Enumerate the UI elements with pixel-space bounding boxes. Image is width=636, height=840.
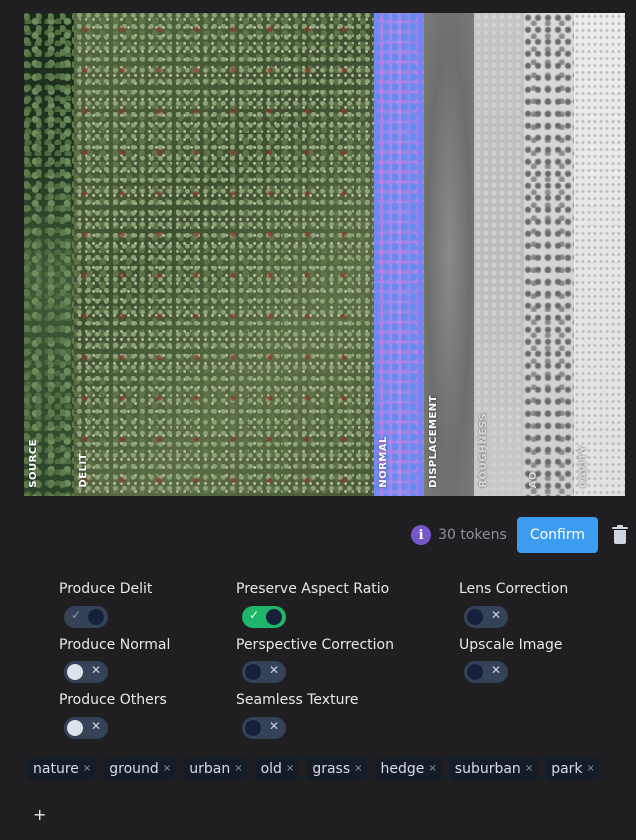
strip-ao: AO — [524, 13, 574, 496]
toggle-preserve-aspect-ratio[interactable]: ✓ — [242, 606, 286, 628]
add-tag-button[interactable]: + — [33, 805, 46, 824]
toggle-seamless-texture[interactable]: ✕ — [242, 717, 286, 739]
strip-label-cavity: CAVITY — [578, 445, 589, 488]
remove-tag-icon[interactable]: × — [354, 763, 362, 774]
toggle-perspective-correction[interactable]: ✕ — [242, 661, 286, 683]
tag-chip: grass × — [307, 757, 367, 780]
option-label-produce-delit: Produce Delit — [59, 581, 153, 597]
strip-displacement: DISPLACEMENT — [424, 13, 474, 496]
tag-list: nature × ground × urban × old × grass × hedge… — [28, 757, 599, 780]
remove-tag-icon[interactable]: × — [428, 763, 436, 774]
strip-roughness: ROUGHNESS — [474, 13, 524, 496]
option-label-lens-correction: Lens Correction — [459, 581, 569, 597]
tag-chip: park × — [546, 757, 599, 780]
tag-label: urban — [189, 760, 231, 777]
strip-label-roughness: ROUGHNESS — [478, 413, 489, 488]
strip-label-source: SOURCE — [28, 439, 39, 488]
info-icon[interactable]: i — [411, 525, 432, 545]
cross-icon: ✕ — [268, 719, 279, 733]
remove-tag-icon[interactable]: × — [525, 763, 533, 774]
strip-label-ao: AO — [528, 470, 539, 488]
remove-tag-icon[interactable]: × — [83, 763, 91, 774]
cross-icon: ✕ — [490, 663, 501, 677]
tag-label: hedge — [380, 760, 425, 777]
cross-icon: ✕ — [90, 663, 101, 677]
option-label-preserve-aspect-ratio: Preserve Aspect Ratio — [236, 581, 390, 597]
strip-source: SOURCE — [24, 13, 74, 496]
remove-tag-icon[interactable]: × — [163, 763, 171, 774]
trash-icon[interactable] — [612, 525, 628, 545]
tag-label: ground — [109, 760, 159, 777]
strip-delit: DELIT — [74, 13, 374, 496]
check-icon: ✓ — [249, 608, 260, 622]
strip-label-displacement: DISPLACEMENT — [428, 395, 439, 488]
confirm-button[interactable]: Confirm — [516, 517, 598, 553]
toggle-produce-delit[interactable]: ✓ — [64, 606, 108, 628]
tag-label: nature — [33, 760, 79, 777]
tag-chip: urban × — [184, 757, 247, 780]
token-count: 30 tokens — [438, 527, 507, 543]
toggle-produce-others[interactable]: ✕ — [64, 717, 108, 739]
check-icon: ✓ — [71, 608, 82, 622]
tag-chip: old × — [255, 757, 299, 780]
strip-label-normal: NORMAL — [378, 436, 389, 488]
strip-cavity: CAVITY — [574, 13, 625, 496]
cross-icon: ✕ — [90, 719, 101, 733]
tag-chip: nature × — [28, 757, 96, 780]
remove-tag-icon[interactable]: × — [234, 763, 242, 774]
option-label-seamless-texture: Seamless Texture — [236, 692, 359, 708]
toggle-produce-normal[interactable]: ✕ — [64, 661, 108, 683]
toggle-lens-correction[interactable]: ✕ — [464, 606, 508, 628]
texture-preview: SOURCE DELIT NORMAL DISPLACEMENT ROUGHNE… — [24, 13, 625, 496]
remove-tag-icon[interactable]: × — [286, 763, 294, 774]
tag-chip: suburban × — [449, 757, 538, 780]
tag-chip: ground × — [104, 757, 176, 780]
cross-icon: ✕ — [268, 663, 279, 677]
tag-label: grass — [312, 760, 351, 777]
tag-label: park — [551, 760, 583, 777]
option-label-produce-others: Produce Others — [59, 692, 167, 708]
strip-label-delit: DELIT — [78, 453, 89, 488]
action-bar: i 30 tokens Confirm — [411, 517, 628, 553]
toggle-upscale-image[interactable]: ✕ — [464, 661, 508, 683]
tag-label: old — [260, 760, 282, 777]
option-label-produce-normal: Produce Normal — [59, 637, 171, 653]
option-label-upscale-image: Upscale Image — [459, 637, 563, 653]
remove-tag-icon[interactable]: × — [587, 763, 595, 774]
option-label-perspective-correction: Perspective Correction — [236, 637, 394, 653]
tag-chip: hedge × — [375, 757, 441, 780]
cross-icon: ✕ — [490, 608, 501, 622]
tag-label: suburban — [454, 760, 521, 777]
strip-normal: NORMAL — [374, 13, 424, 496]
